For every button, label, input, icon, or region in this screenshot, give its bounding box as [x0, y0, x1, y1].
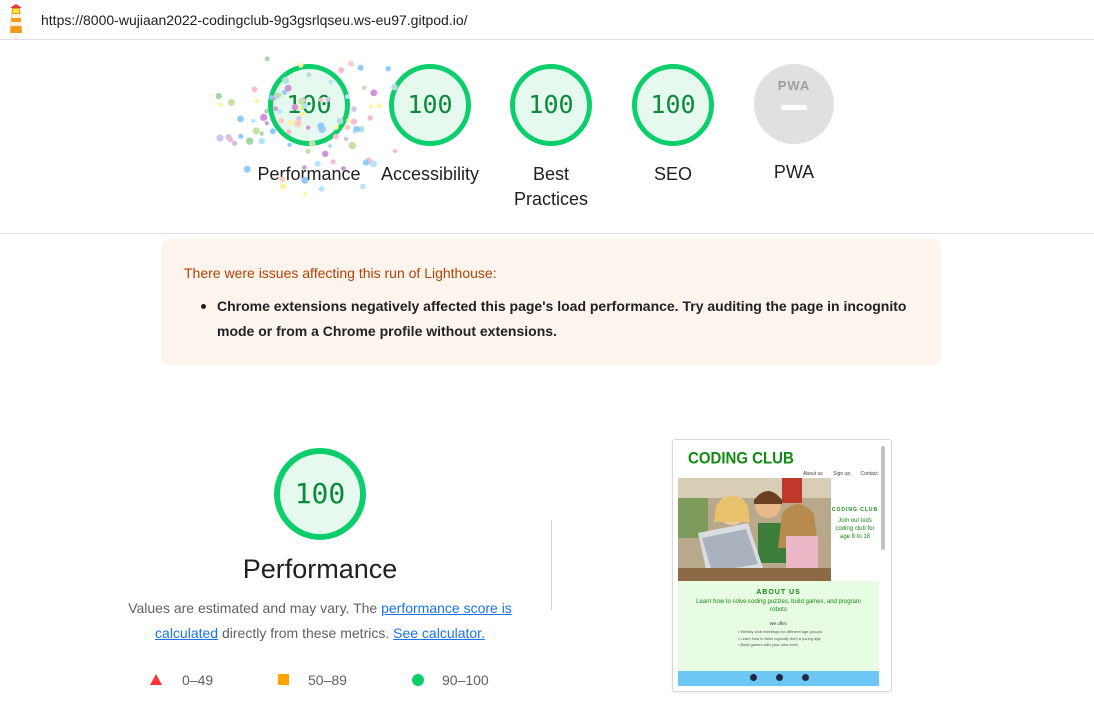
performance-big-score: 100 [274, 448, 366, 540]
gauge-label: SEO [653, 164, 692, 184]
site-footer [678, 671, 879, 686]
pass-circle-icon [412, 674, 424, 686]
gauge-performance[interactable]: 100 Performance [249, 64, 369, 187]
pwa-badge-text: PWA [777, 78, 811, 93]
gauge-best-practices[interactable]: 100 Best Practices [491, 64, 611, 212]
about-text: Learn how to solve coding puzzles, build… [696, 599, 861, 613]
legend-range: 90–100 [442, 672, 489, 688]
performance-section: 100 Performance Values are estimated and… [100, 448, 540, 641]
warning-item: Chrome extensions negatively affected th… [201, 294, 917, 344]
site-nav-item: Contact [860, 471, 878, 477]
offer-title: We offer: [769, 621, 788, 626]
about-title: ABOUT US [756, 589, 801, 596]
hero-photo [678, 478, 831, 581]
desc-prefix: Values are estimated and may vary. The [128, 600, 382, 616]
lighthouse-icon [10, 4, 22, 33]
hero-side-panel: CODING CLUB Join our kids coding club fo… [831, 478, 879, 581]
site-nav: About us Sign up Contact [803, 471, 887, 477]
warning-box: There were issues affecting this run of … [161, 239, 941, 365]
performance-title: Performance [242, 554, 398, 584]
legend-range: 0–49 [182, 672, 214, 688]
page-url[interactable]: https://8000-wujiaan2022-codingclub-9g3g… [41, 12, 468, 28]
section-divider [0, 233, 1094, 234]
vertical-divider [551, 520, 552, 610]
warning-list: Chrome extensions negatively affected th… [201, 294, 917, 344]
seo-score: 100 [632, 64, 714, 146]
average-square-icon [278, 674, 289, 685]
best-practices-score: 100 [510, 64, 592, 146]
browser-bar: https://8000-wujiaan2022-codingclub-9g3g… [0, 0, 1094, 40]
gauge-pwa[interactable]: PWA PWA [734, 64, 854, 185]
facebook-icon [750, 674, 757, 681]
performance-description: Values are estimated and may vary. The p… [100, 596, 540, 646]
hero-side-text: Join our kids coding club for age 8 to 1… [835, 518, 875, 540]
score-legend: 0–49 50–89 90–100 [150, 672, 510, 692]
hero-side-title: CODING CLUB [831, 507, 879, 513]
instagram-icon [802, 674, 809, 681]
pwa-badge: PWA [754, 64, 834, 144]
site-title: CODING CLUB [688, 449, 794, 468]
thumbnail-scrollbar [881, 446, 885, 550]
accessibility-score: 100 [389, 64, 471, 146]
site-nav-item: Sign up [833, 471, 851, 477]
gauge-accessibility[interactable]: 100 Accessibility [370, 64, 490, 187]
site-nav-item: About us [803, 471, 823, 477]
twitter-icon [776, 674, 783, 681]
gauge-label: Performance [257, 164, 361, 184]
gauge-seo[interactable]: 100 SEO [613, 64, 733, 187]
gauge-label: PWA [773, 162, 815, 182]
pwa-dash-icon [781, 105, 807, 110]
fail-triangle-icon [150, 674, 162, 685]
offer-list: • Weekly club meetings for different age… [738, 629, 879, 649]
desc-middle: directly from these metrics. [218, 625, 394, 641]
performance-score: 100 [268, 64, 350, 146]
about-section: ABOUT US Learn how to solve coding puzzl… [678, 581, 879, 671]
offer-item: • Build games with your own code [738, 642, 798, 647]
see-calculator-link[interactable]: See calculator. [393, 625, 485, 641]
warning-title: There were issues affecting this run of … [184, 265, 497, 281]
score-gauges: 100 Performance 100 Accessibility 100 Be… [0, 40, 1094, 230]
legend-range: 50–89 [308, 672, 347, 688]
gauge-label: Best Practices [513, 164, 589, 209]
gauge-label: Accessibility [380, 164, 480, 184]
page-screenshot-thumbnail[interactable]: CODING CLUB About us Sign up Contact COD… [672, 439, 892, 692]
